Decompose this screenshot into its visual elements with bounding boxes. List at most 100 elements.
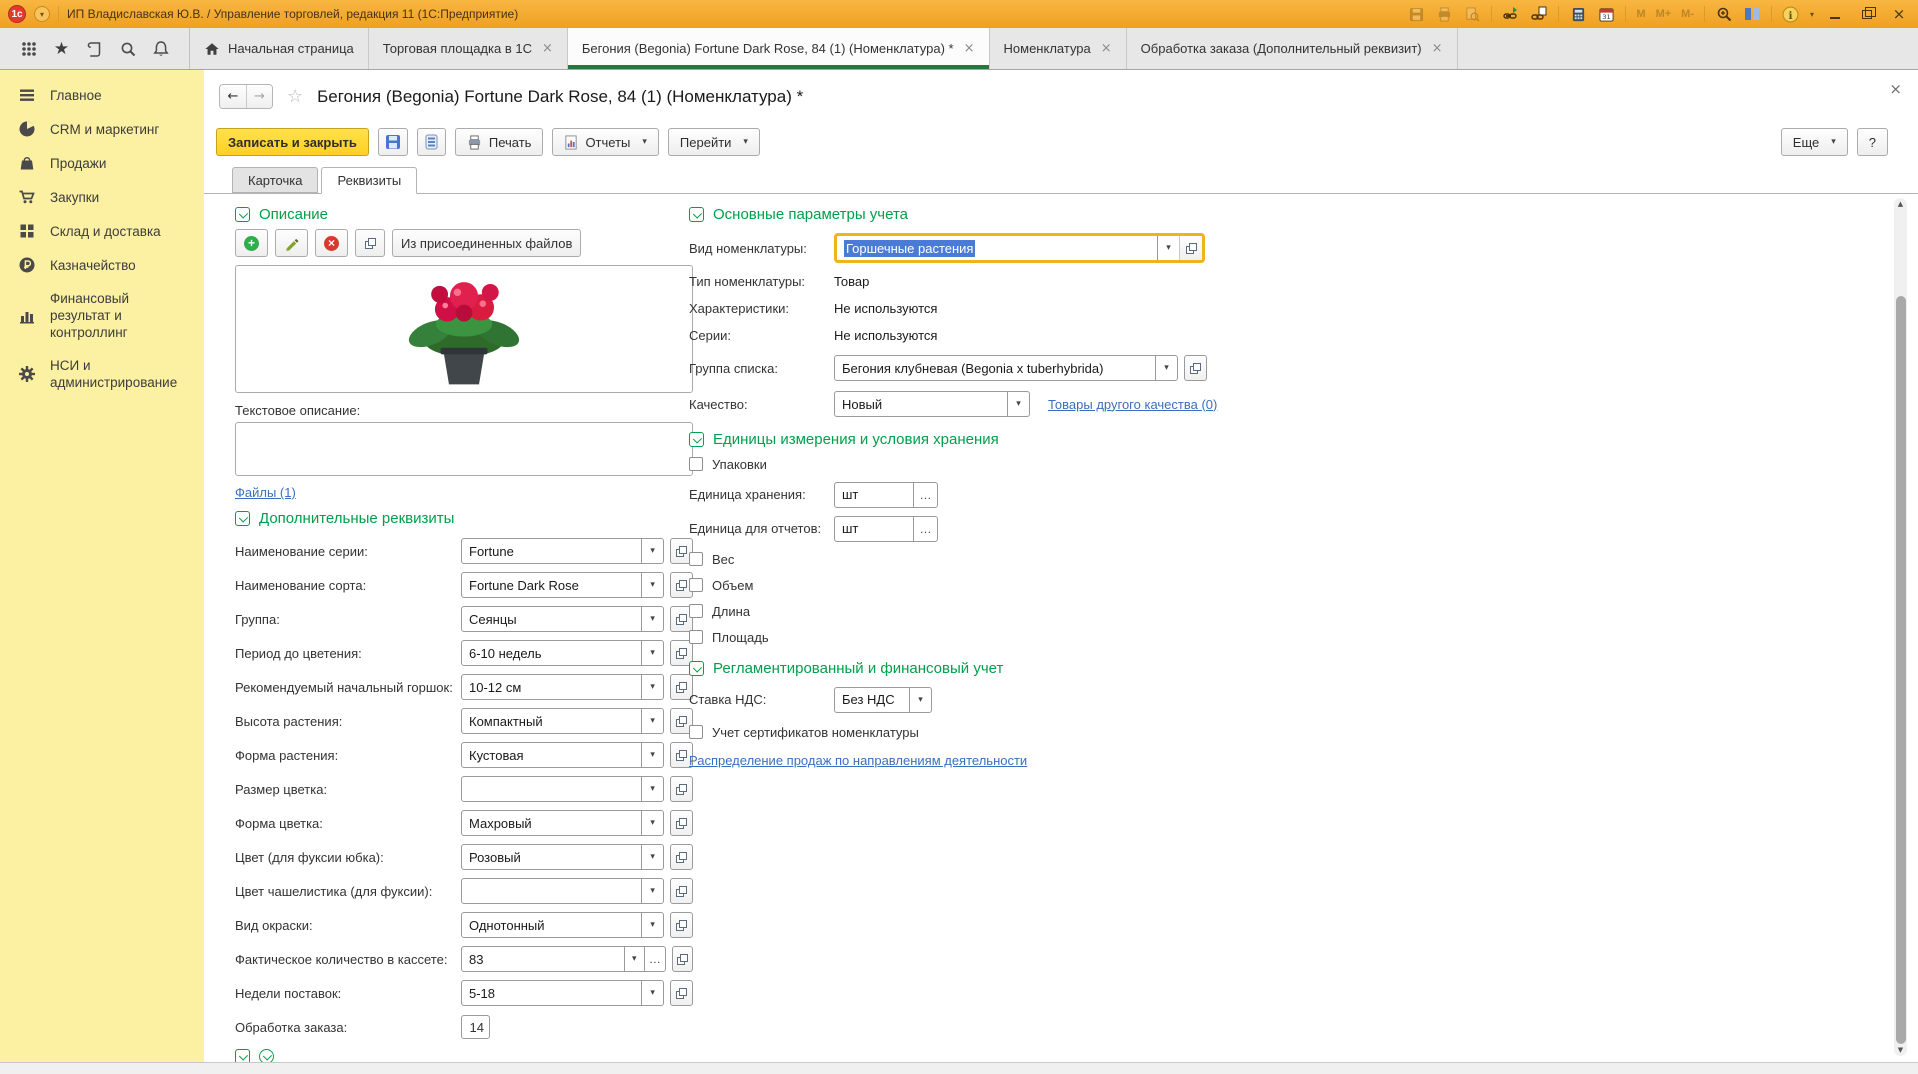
from-attached-files-button[interactable]: Из присоединенных файлов [392, 229, 581, 257]
packaging-checkbox[interactable] [689, 457, 703, 471]
delete-image-button[interactable]: × [315, 229, 348, 257]
attribute-input[interactable]: Кустовая … [461, 742, 664, 768]
attribute-input[interactable]: 5-18 … [461, 980, 664, 1006]
sidebar-item-crm[interactable]: CRM и маркетинг [0, 112, 204, 146]
edit-image-button[interactable] [275, 229, 308, 257]
sidebar-item-admin[interactable]: НСИ и администрирование [0, 349, 204, 399]
more-button[interactable]: … [913, 483, 937, 507]
tab-close-icon[interactable]: × [1101, 41, 1112, 56]
goto-button[interactable]: Перейти [668, 128, 760, 156]
forward-button[interactable]: → [246, 85, 272, 108]
dropdown-button[interactable] [641, 981, 663, 1005]
more-button[interactable]: … [913, 517, 937, 541]
attribute-input[interactable]: Fortune … [461, 538, 664, 564]
open-button[interactable] [672, 946, 693, 972]
tab-order-processing[interactable]: Обработка заказа (Дополнительный реквизи… [1127, 28, 1458, 69]
add-image-button[interactable]: + [235, 229, 268, 257]
minimize-button[interactable] [1824, 5, 1846, 23]
calendar-icon[interactable]: 31 [1597, 5, 1615, 23]
dropdown-button[interactable] [641, 743, 663, 767]
sidebar-item-purchases[interactable]: Закупки [0, 180, 204, 214]
attribute-input[interactable]: … [461, 878, 664, 904]
dropdown-button[interactable] [641, 539, 663, 563]
attribute-input[interactable]: … [461, 776, 664, 802]
section-units[interactable]: Единицы измерения и условия хранения [689, 429, 1289, 449]
sidebar-item-finance[interactable]: Финансовый результат и контроллинг [0, 282, 204, 349]
checkbox[interactable] [689, 578, 703, 592]
dropdown-button[interactable] [641, 709, 663, 733]
section-description[interactable]: Описание [235, 204, 693, 224]
sales-distribution-link[interactable]: Распределение продаж по направлениям дея… [689, 753, 1027, 768]
dropdown-button[interactable] [641, 641, 663, 665]
info-dropdown-icon[interactable]: ▾ [1810, 10, 1814, 19]
more-button[interactable]: Еще [1781, 128, 1848, 156]
sidebar-item-sales[interactable]: Продажи [0, 146, 204, 180]
product-image[interactable] [235, 265, 693, 393]
dropdown-button[interactable] [624, 947, 644, 971]
collapse-icon[interactable] [689, 432, 704, 447]
history-icon[interactable] [84, 38, 106, 60]
reports-button[interactable]: Отчеты [552, 128, 658, 156]
back-button[interactable]: ← [220, 85, 246, 108]
attribute-input[interactable]: Махровый … [461, 810, 664, 836]
sidebar-item-warehouse[interactable]: Склад и доставка [0, 214, 204, 248]
order-processing-input[interactable]: 14 [461, 1015, 490, 1039]
checkbox[interactable] [689, 630, 703, 644]
tab-marketplace[interactable]: Торговая площадка в 1С × [369, 28, 568, 69]
system-menu-icon[interactable]: ▾ [34, 6, 50, 22]
section-additional-attributes[interactable]: Дополнительные реквизиты [235, 508, 693, 528]
section-main-parameters[interactable]: Основные параметры учета [689, 204, 1289, 224]
collapse-icon[interactable] [689, 207, 704, 222]
tab-home[interactable]: Начальная страница [190, 28, 369, 69]
dropdown-button[interactable] [641, 811, 663, 835]
1c-logo-icon[interactable]: 1с [8, 5, 26, 23]
search-icon[interactable] [117, 38, 139, 60]
collapse-icon[interactable] [235, 207, 250, 222]
other-quality-link[interactable]: Товары другого качества (0) [1048, 397, 1217, 412]
dropdown-button[interactable] [641, 675, 663, 699]
cert-checkbox[interactable] [689, 725, 703, 739]
checkbox[interactable] [689, 604, 703, 618]
tab-requisites[interactable]: Реквизиты [321, 167, 417, 194]
dropdown-button[interactable] [641, 777, 663, 801]
storage-unit-input[interactable]: шт … [834, 482, 938, 508]
text-description-input[interactable] [235, 422, 693, 476]
tab-close-icon[interactable]: × [964, 41, 975, 56]
nomenclature-kind-input-focused[interactable]: Горшечные растения [834, 233, 1205, 263]
favorites-icon[interactable]: ★ [51, 38, 73, 60]
attribute-input[interactable]: Однотонный … [461, 912, 664, 938]
open-button[interactable] [670, 776, 693, 802]
structure-button[interactable] [417, 128, 446, 156]
scroll-up-button[interactable]: ▲ [1894, 198, 1907, 210]
open-button[interactable] [1184, 355, 1207, 381]
open-button[interactable] [670, 980, 693, 1006]
favorite-star-icon[interactable]: ☆ [287, 86, 303, 107]
tab-card[interactable]: Карточка [232, 167, 318, 193]
vertical-scrollbar[interactable]: ▲ ▼ [1894, 198, 1907, 1056]
open-button[interactable] [670, 810, 693, 836]
dropdown-button[interactable] [641, 607, 663, 631]
attribute-input[interactable]: 6-10 недель … [461, 640, 664, 666]
tab-close-icon[interactable]: × [1432, 41, 1443, 56]
dropdown-button[interactable] [641, 913, 663, 937]
dropdown-button[interactable] [1007, 392, 1029, 416]
go-link-icon[interactable] [1530, 5, 1548, 23]
attribute-input[interactable]: 10-12 см … [461, 674, 664, 700]
apps-menu-icon[interactable] [18, 38, 40, 60]
calculator-icon[interactable] [1569, 5, 1587, 23]
attribute-input[interactable]: 83 … [461, 946, 666, 972]
tab-nomenclature[interactable]: Номенклатура × [990, 28, 1127, 69]
form-close-button[interactable]: × [1889, 80, 1902, 98]
sidebar-item-treasury[interactable]: Казначейство [0, 248, 204, 282]
open-button[interactable] [670, 844, 693, 870]
close-button[interactable]: × [1888, 5, 1910, 23]
vat-select[interactable]: Без НДС [834, 687, 932, 713]
panels-icon[interactable] [1743, 5, 1761, 23]
attribute-input[interactable]: Fortune Dark Rose … [461, 572, 664, 598]
open-button[interactable] [1179, 236, 1202, 260]
attribute-input[interactable]: Компактный … [461, 708, 664, 734]
checkbox[interactable] [689, 552, 703, 566]
dropdown-button[interactable] [1155, 356, 1177, 380]
section-regulated[interactable]: Регламентированный и финансовый учет [689, 658, 1289, 678]
quality-select[interactable]: Новый [834, 391, 1030, 417]
